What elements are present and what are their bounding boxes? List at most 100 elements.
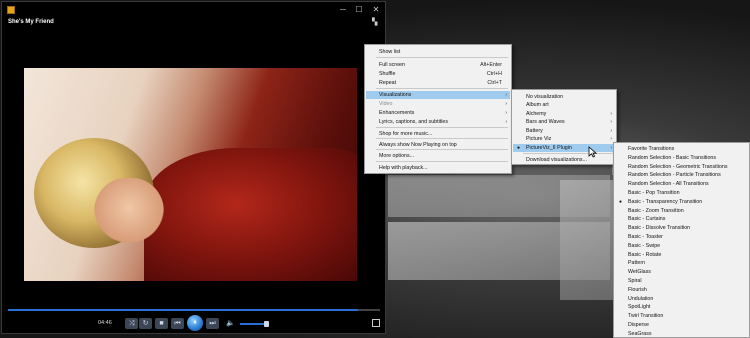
pictureviz-menu-item[interactable]: Basic - Rotate bbox=[615, 251, 748, 259]
context-menu-item[interactable]: Always show Now Playing on top bbox=[366, 141, 510, 149]
context-menu-item[interactable]: Show list bbox=[366, 48, 510, 56]
menu-separator bbox=[376, 161, 508, 162]
pictureviz-menu-item[interactable]: Basic - Toaster bbox=[615, 233, 748, 241]
context-menu-item[interactable]: Lyrics, captions, and subtitles › bbox=[366, 118, 510, 126]
chevron-right-icon: › bbox=[505, 110, 507, 116]
mouse-cursor-icon bbox=[588, 146, 597, 158]
repeat-button[interactable]: ↻ bbox=[139, 318, 152, 329]
track-title: She's My Friend bbox=[8, 19, 54, 25]
pictureviz-menu-item[interactable]: Random Selection - Geometric Transitions bbox=[615, 163, 748, 171]
menu-item-label: Download visualizations... bbox=[526, 157, 587, 163]
chevron-right-icon: › bbox=[610, 128, 612, 134]
menu-item-label: Basic - Curtains bbox=[628, 216, 666, 223]
play-pause-button[interactable]: ⏸ bbox=[187, 315, 203, 331]
volume-icon[interactable]: 🔈 bbox=[224, 318, 237, 329]
context-menu-item[interactable]: Shuffle Ctrl+H bbox=[366, 70, 510, 78]
pictureviz-menu-item[interactable]: Basic - Zoom Transition bbox=[615, 207, 748, 215]
pictureviz-menu-item[interactable]: Random Selection - All Transitions bbox=[615, 180, 748, 188]
context-menu-item[interactable]: More options... bbox=[366, 152, 510, 160]
visualization-menu-item[interactable]: No visualization bbox=[513, 93, 615, 101]
menu-item-label: No visualization bbox=[526, 94, 564, 100]
menu-item-label: Basic - Toaster bbox=[628, 234, 663, 240]
menu-item-label: SeaGrass bbox=[628, 330, 652, 337]
context-menu-item[interactable]: Enhancements › bbox=[366, 109, 510, 117]
seek-bar-progress[interactable] bbox=[8, 309, 358, 311]
visualization-menu-item[interactable]: Alchemy › bbox=[513, 110, 615, 118]
menu-item-label: Show list bbox=[379, 49, 401, 55]
pictureviz-menu-item[interactable]: Basic - Curtains bbox=[615, 215, 748, 223]
menu-item-shortcut: Ctrl+T bbox=[487, 80, 502, 86]
volume-slider-handle[interactable] bbox=[264, 321, 269, 327]
menu-item-label: Video bbox=[379, 101, 393, 107]
close-button[interactable]: ✕ bbox=[369, 4, 383, 15]
menu-item-label: Help with playback... bbox=[379, 165, 428, 171]
next-button[interactable]: ⏭ bbox=[206, 318, 219, 329]
menu-item-label: Battery bbox=[526, 128, 543, 134]
visualization-menu-item[interactable]: Battery › bbox=[513, 127, 615, 135]
visualization-menu-item[interactable]: Picture Viz › bbox=[513, 135, 615, 143]
seek-bar-remaining[interactable] bbox=[358, 309, 380, 311]
chevron-right-icon: › bbox=[610, 145, 612, 151]
menu-item-label: Full screen bbox=[379, 62, 405, 68]
pictureviz-menu-item[interactable]: Disperse bbox=[615, 321, 748, 329]
pictureviz-menu-item[interactable]: Random Selection - Particle Transitions bbox=[615, 171, 748, 179]
minimize-button[interactable]: ─ bbox=[336, 4, 350, 15]
shuffle-button[interactable]: ⤨ bbox=[125, 318, 138, 329]
pictureviz-menu-item[interactable]: Basic - Swipe bbox=[615, 242, 748, 250]
menu-item-shortcut: Ctrl+H bbox=[486, 71, 502, 77]
video-frame-robe bbox=[144, 148, 357, 281]
menu-item-label: Random Selection - All Transitions bbox=[628, 181, 709, 188]
menu-item-label: Picture Viz bbox=[526, 136, 552, 142]
pictureviz-menu-item[interactable]: Basic - Pop Transition bbox=[615, 189, 748, 197]
menu-separator bbox=[376, 127, 508, 128]
playback-controls: 04:46 ⤨ ↻ ■ ⏮ ⏸ ⏭ 🔈 bbox=[2, 313, 385, 333]
visualization-menu-item[interactable]: Album art bbox=[513, 101, 615, 109]
pictureviz-menu-item[interactable]: ● Basic - Transparency Transition bbox=[615, 198, 748, 206]
app-icon bbox=[7, 6, 15, 14]
menu-item-label: Basic - Pop Transition bbox=[628, 190, 680, 196]
pictureviz-menu-item[interactable]: Random Selection - Basic Transitions bbox=[615, 154, 748, 162]
menu-item-label: Shop for more music... bbox=[379, 131, 433, 137]
pictureviz-menu-item[interactable]: WetGlass bbox=[615, 268, 748, 276]
context-menu-item[interactable]: Full screen Alt+Enter bbox=[366, 61, 510, 69]
chevron-right-icon: › bbox=[610, 136, 612, 142]
menu-separator bbox=[376, 88, 508, 89]
menu-item-label: Basic - Dissolve Transition bbox=[628, 225, 691, 232]
pictureviz-menu-item[interactable]: Flourish bbox=[615, 286, 748, 294]
volume-slider[interactable] bbox=[240, 323, 267, 325]
context-menu-item[interactable]: Shop for more music... bbox=[366, 130, 510, 138]
context-menu-item[interactable]: Video › bbox=[366, 100, 510, 108]
pictureviz-menu-item[interactable]: Basic - Dissolve Transition bbox=[615, 224, 748, 232]
pictureviz-menu-item[interactable]: Pattern bbox=[615, 259, 748, 267]
menu-item-label: Alchemy bbox=[526, 111, 547, 117]
menu-item-label: Bars and Waves bbox=[526, 119, 565, 125]
context-menu-item[interactable]: Repeat Ctrl+T bbox=[366, 79, 510, 87]
maximize-button[interactable]: ☐ bbox=[352, 4, 366, 15]
previous-button[interactable]: ⏮ bbox=[171, 318, 184, 329]
pictureviz-menu-item[interactable]: Undulation bbox=[615, 295, 748, 303]
menu-item-label: Basic - Transparency Transition bbox=[628, 198, 703, 205]
context-menu-item[interactable]: Help with playback... bbox=[366, 164, 510, 172]
selected-bullet-icon: ● bbox=[517, 145, 521, 151]
video-display[interactable] bbox=[24, 68, 357, 281]
pictureviz-menu-item[interactable]: Twirl Transition bbox=[615, 312, 748, 320]
title-bar: ─ ☐ ✕ bbox=[2, 2, 385, 17]
visualization-menu-item[interactable]: ● PictureViz_II Plugin › bbox=[513, 144, 615, 152]
menu-item-label: Visualizations bbox=[379, 92, 412, 98]
switch-to-library-button[interactable] bbox=[372, 319, 380, 327]
pictureviz-menu-item[interactable]: Spiral bbox=[615, 277, 748, 285]
menu-separator bbox=[376, 138, 508, 139]
stop-button[interactable]: ■ bbox=[155, 318, 168, 329]
pictureviz-menu-item[interactable]: SpotLight bbox=[615, 303, 748, 311]
chevron-right-icon: › bbox=[610, 111, 612, 117]
visualization-menu-item[interactable]: Bars and Waves › bbox=[513, 118, 615, 126]
menu-item-label: Disperse bbox=[628, 322, 649, 328]
menu-item-label: PictureViz_II Plugin bbox=[526, 145, 572, 151]
pictureviz-menu-item[interactable]: Favorite Transitions bbox=[615, 145, 748, 153]
menu-item-label: Repeat bbox=[379, 80, 397, 86]
elapsed-time: 04:46 bbox=[98, 320, 112, 326]
grid-icon[interactable]: ▚ bbox=[372, 19, 380, 26]
pictureviz-menu-item[interactable]: SeaGrass bbox=[615, 330, 748, 338]
visualization-menu-item[interactable]: Download visualizations... bbox=[513, 156, 615, 164]
context-menu-item[interactable]: Visualizations › bbox=[366, 91, 510, 99]
